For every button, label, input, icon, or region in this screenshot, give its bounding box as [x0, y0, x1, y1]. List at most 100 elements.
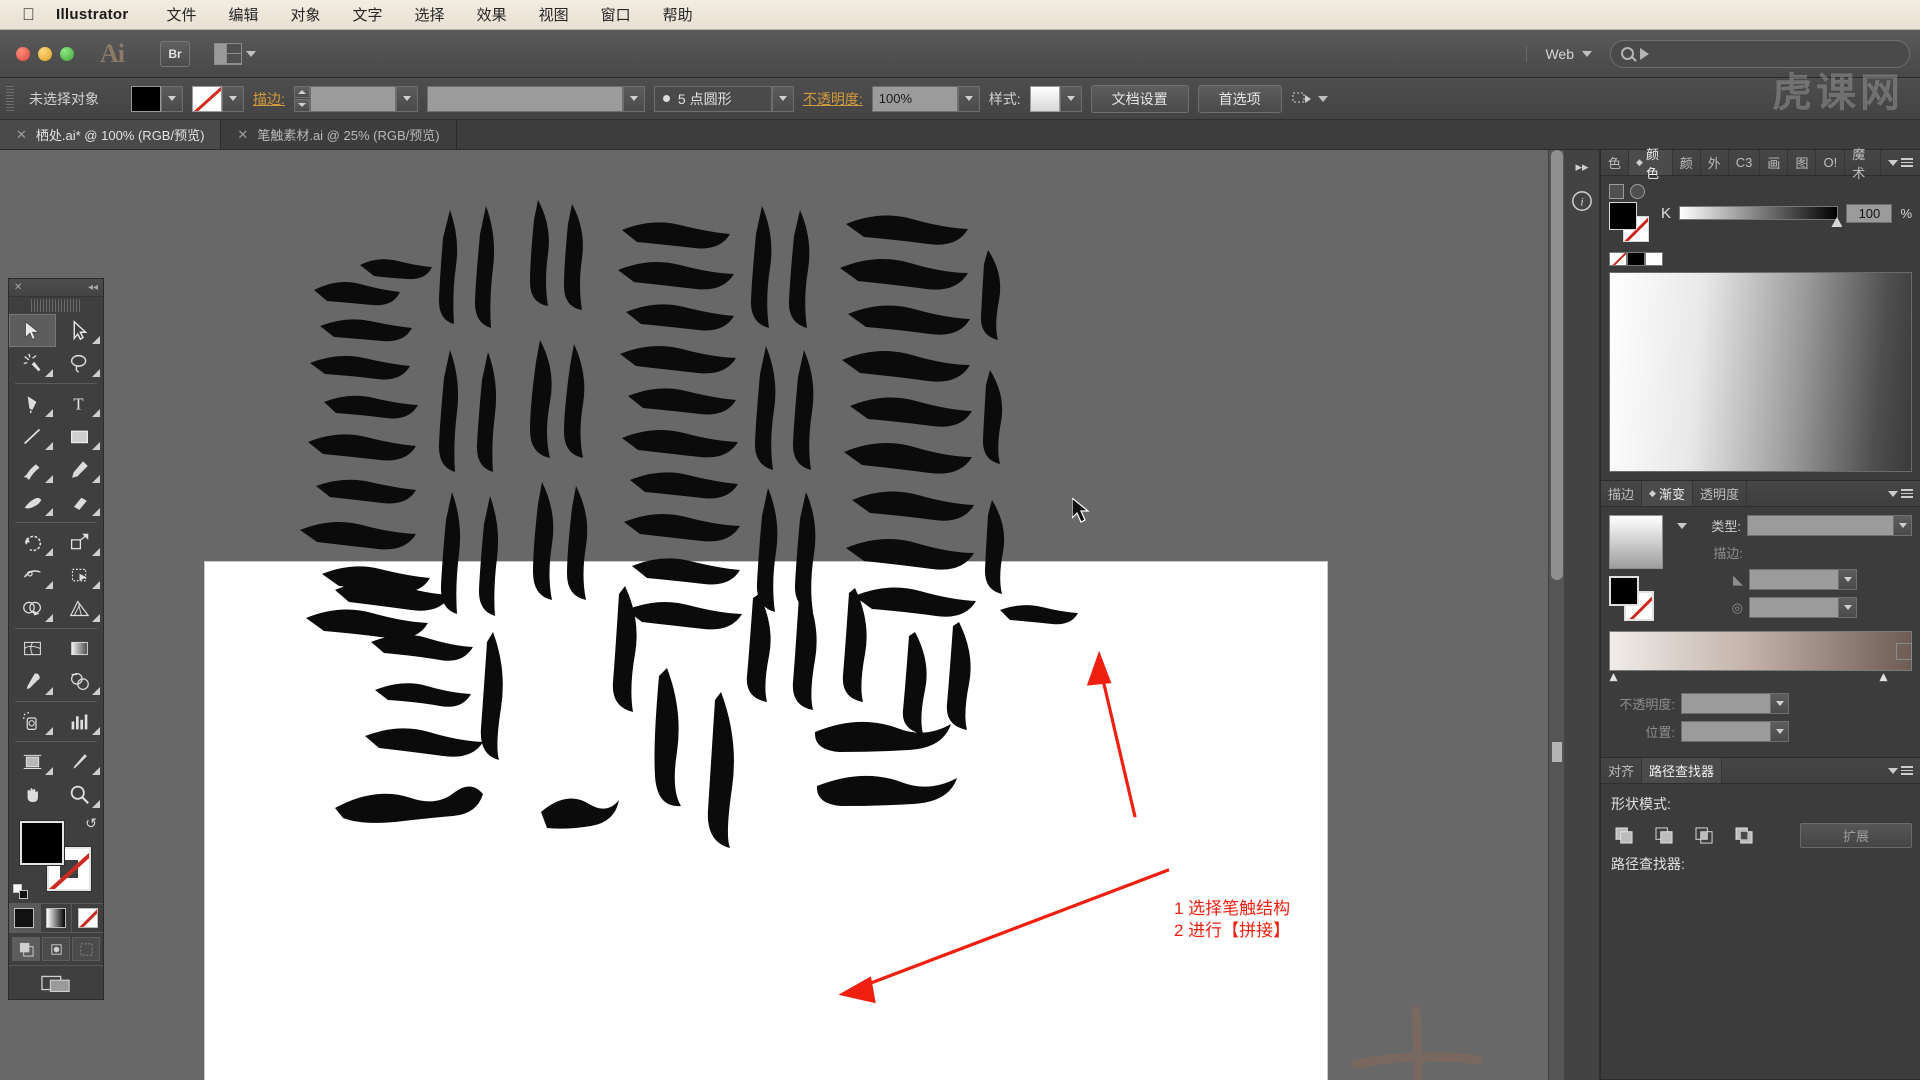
stroke-profile-dropdown[interactable] [622, 85, 645, 112]
gradient-mode-button[interactable] [41, 904, 73, 932]
brush-definition-dropdown[interactable] [771, 85, 794, 112]
collapse-icon[interactable]: ◂◂ [88, 282, 98, 293]
hand-tool[interactable] [9, 778, 56, 811]
panel-tab-cs[interactable]: C3 [1729, 150, 1761, 175]
paintbrush-tool[interactable] [9, 453, 56, 486]
intersect-button[interactable] [1689, 822, 1719, 848]
pathfinder-panel-menu-button[interactable] [1881, 758, 1920, 783]
opacity-value[interactable]: 100% [871, 85, 958, 112]
menu-item-object[interactable]: 对象 [275, 4, 337, 25]
gradient-fill-swatch[interactable] [1609, 576, 1639, 606]
pen-tool[interactable] [9, 387, 56, 420]
color-spectrum-icon[interactable] [1630, 184, 1645, 199]
eyedropper-tool[interactable] [9, 665, 56, 698]
draw-inside-button[interactable] [72, 937, 100, 961]
fill-swatch[interactable] [131, 85, 161, 112]
panel-tab-links[interactable]: O! [1816, 150, 1846, 175]
close-icon[interactable]: ✕ [16, 127, 27, 143]
panel-tab-color[interactable]: ◆ 颜色 [1629, 147, 1673, 181]
style-control[interactable] [1029, 85, 1082, 112]
panel-tab-symbols[interactable]: 图 [1788, 150, 1817, 175]
menu-item-window[interactable]: 窗口 [585, 4, 647, 25]
minus-front-button[interactable] [1649, 822, 1679, 848]
stroke-weight-stepper[interactable] [293, 85, 310, 112]
gradient-tool[interactable] [56, 632, 103, 665]
line-segment-tool[interactable] [9, 420, 56, 453]
blend-tool[interactable] [56, 665, 103, 698]
color-mode-button[interactable] [9, 904, 41, 932]
help-search-box[interactable] [1610, 39, 1910, 68]
panel-tab-stroke[interactable]: 描边 [1601, 481, 1643, 506]
fill-dropdown-button[interactable] [161, 85, 183, 112]
color-fill-swatch[interactable] [1609, 202, 1637, 230]
unite-button[interactable] [1609, 822, 1639, 848]
fill-color-control[interactable] [131, 85, 183, 112]
perspective-grid-tool[interactable] [56, 592, 103, 625]
opacity-control[interactable]: 100% [871, 85, 980, 112]
menu-item-type[interactable]: 文字 [337, 4, 399, 25]
menu-item-view[interactable]: 视图 [523, 4, 585, 25]
window-close-button[interactable] [16, 46, 30, 61]
mesh-tool[interactable] [9, 632, 56, 665]
black-swatch[interactable] [1627, 252, 1645, 266]
blob-brush-tool[interactable] [9, 486, 56, 519]
workspace-switcher[interactable]: Web [1526, 45, 1592, 62]
expand-button[interactable]: 扩展 [1800, 822, 1912, 848]
fill-stroke-proxy-icon[interactable] [1609, 184, 1624, 199]
stroke-label[interactable]: 描边: [253, 89, 285, 109]
document-tab-1[interactable]: ✕ 栖处.ai* @ 100% (RGB/预览) [0, 120, 222, 149]
gradient-stop-start[interactable] [1609, 673, 1618, 682]
opacity-dropdown[interactable] [957, 85, 980, 112]
rotate-tool[interactable] [9, 526, 56, 559]
scale-tool[interactable] [56, 526, 103, 559]
toolbar-fill-swatch[interactable] [20, 821, 64, 865]
info-panel-icon[interactable]: i [1564, 184, 1600, 218]
shape-builder-tool[interactable] [9, 592, 56, 625]
default-fill-stroke-icon[interactable] [13, 884, 28, 899]
menu-item-help[interactable]: 帮助 [647, 4, 709, 25]
panel-tab-color-guide[interactable]: 颜 [1673, 150, 1701, 175]
direct-selection-tool[interactable] [56, 314, 103, 347]
color-panel-menu-button[interactable] [1881, 150, 1920, 175]
none-swatch[interactable] [1609, 252, 1627, 266]
tools-panel-header[interactable]: ✕ ◂◂ [9, 279, 103, 297]
arrange-documents-button[interactable] [214, 42, 256, 65]
draw-behind-button[interactable] [42, 937, 70, 961]
document-tab-2[interactable]: ✕ 笔触素材.ai @ 25% (RGB/预览) [221, 120, 457, 149]
canvas-area[interactable]: 1 选择笔触结构 2 进行【拼接】 ✕ ◂◂ T ↺ [0, 150, 1564, 1080]
eraser-tool[interactable] [56, 486, 103, 519]
transform-popup-control[interactable] [1291, 89, 1328, 109]
gradient-panel-menu-button[interactable] [1881, 481, 1920, 506]
scrollbar-thumb[interactable] [1551, 150, 1563, 580]
panel-tab-align[interactable]: 对齐 [1601, 758, 1643, 783]
menu-item-edit[interactable]: 编辑 [213, 4, 275, 25]
stroke-profile-value[interactable] [426, 85, 623, 112]
go-to-bridge-button[interactable]: Br [160, 40, 190, 67]
style-dropdown[interactable] [1059, 85, 1082, 112]
stroke-weight-dropdown[interactable] [395, 85, 418, 112]
tools-panel[interactable]: ✕ ◂◂ T ↺ [8, 278, 104, 1000]
gradient-preview-thumbnail[interactable] [1609, 515, 1663, 569]
canvas-vertical-scrollbar[interactable] [1548, 150, 1564, 1080]
stroke-color-control[interactable] [192, 85, 244, 112]
tools-panel-gripper[interactable] [31, 299, 81, 312]
document-setup-button[interactable]: 文档设置 [1090, 84, 1189, 113]
style-swatch[interactable] [1029, 85, 1060, 112]
scrollbar-marker[interactable] [1552, 742, 1562, 762]
white-swatch[interactable] [1645, 252, 1663, 266]
exclude-button[interactable] [1729, 822, 1759, 848]
slider-thumb[interactable] [1831, 217, 1843, 227]
k-channel-slider[interactable] [1679, 206, 1843, 227]
panel-tab-swatch[interactable]: 色 [1601, 150, 1630, 175]
menu-item-select[interactable]: 选择 [399, 4, 461, 25]
chevron-down-icon[interactable] [1677, 522, 1687, 529]
selection-tool[interactable] [9, 314, 56, 347]
color-ramp[interactable] [1609, 272, 1912, 472]
artboard-tool[interactable] [9, 745, 56, 778]
gradient-aspect-field[interactable] [1749, 597, 1857, 618]
zoom-tool[interactable] [56, 778, 103, 811]
none-mode-button[interactable] [72, 904, 103, 932]
swap-fill-stroke-icon[interactable]: ↺ [85, 815, 97, 832]
panel-tab-gradient[interactable]: ◆ 渐变 [1642, 481, 1693, 506]
panel-tab-transparency[interactable]: 透明度 [1693, 481, 1747, 506]
